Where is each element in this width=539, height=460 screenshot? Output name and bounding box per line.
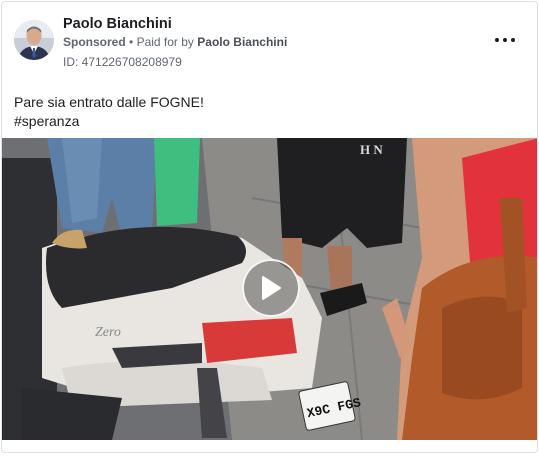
ad-post-card: Paolo Bianchini Sponsored • Paid for by …: [1, 1, 538, 453]
paid-for-by-label: Paid for by: [136, 35, 194, 49]
avatar[interactable]: [14, 20, 54, 60]
post-caption: Pare sia entrato dalle FOGNE! #speranza: [14, 93, 204, 131]
more-options-icon[interactable]: [495, 32, 515, 48]
play-icon: [262, 276, 281, 300]
more-dot: [495, 38, 499, 42]
meta-separator: •: [129, 35, 134, 49]
scooter-badge: Zero: [95, 325, 121, 340]
author-name[interactable]: Paolo Bianchini: [63, 16, 172, 32]
avatar-image: [14, 20, 54, 60]
card-footer: [2, 440, 537, 452]
video-media[interactable]: H N Zero X9C FGS: [2, 138, 537, 440]
sponsored-label: Sponsored: [63, 35, 126, 49]
more-dot: [503, 38, 507, 42]
ad-id: ID: 471226708208979: [63, 55, 182, 69]
sponsored-line: Sponsored • Paid for by Paolo Bianchini: [63, 35, 287, 49]
play-button[interactable]: [242, 259, 300, 317]
shirt-print: H N: [360, 142, 383, 157]
caption-hashtag[interactable]: #speranza: [14, 112, 204, 131]
payer-name[interactable]: Paolo Bianchini: [197, 35, 287, 49]
caption-line: Pare sia entrato dalle FOGNE!: [14, 94, 204, 110]
more-dot: [511, 38, 515, 42]
